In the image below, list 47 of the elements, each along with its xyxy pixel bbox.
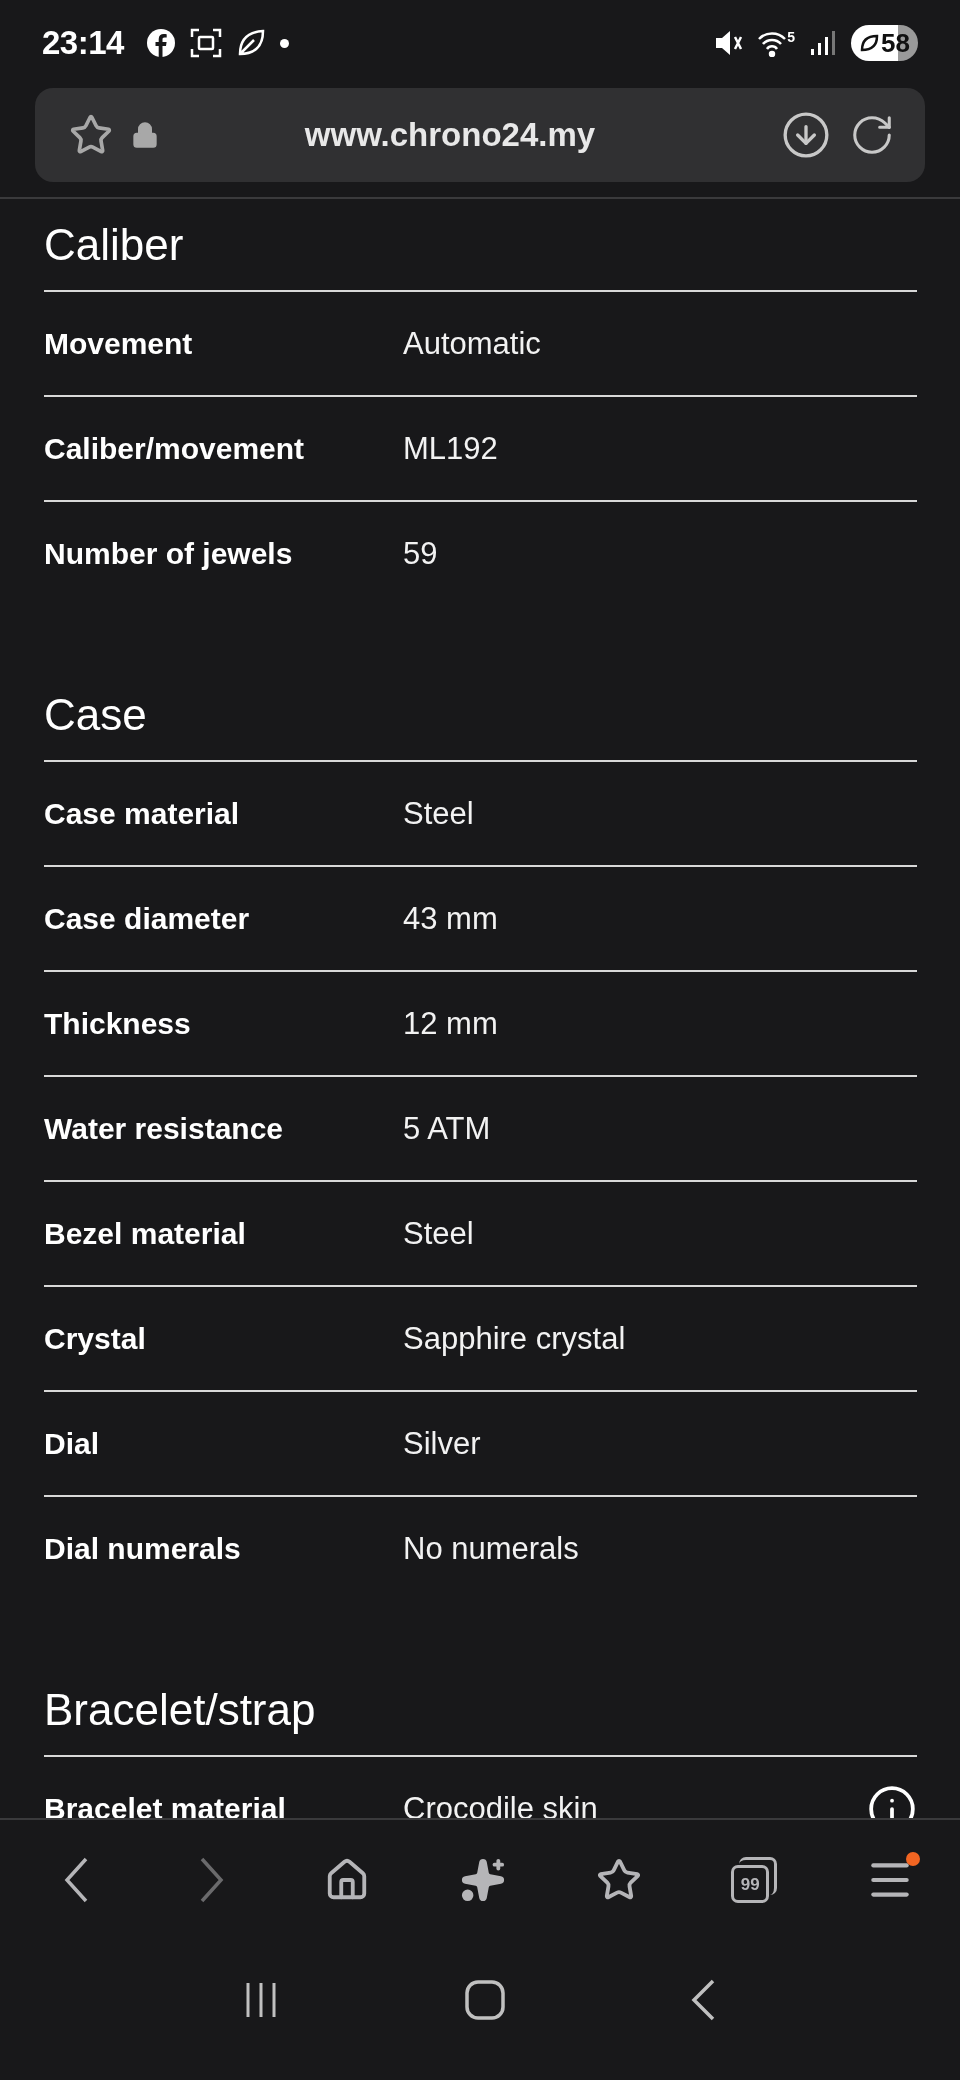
section-heading: Case [44,669,917,762]
forward-icon [199,1857,224,1903]
section-heading: Caliber [44,199,917,292]
spec-label: Dial [44,1426,101,1461]
sparkles-icon [459,1857,506,1903]
spec-value: 43 mm [403,900,499,937]
spec-value: 12 mm [403,1005,499,1042]
spec-label: Movement [44,326,194,361]
spec-value: Steel [403,795,475,832]
section-heading: Bracelet/strap [44,1664,917,1757]
spec-label: Bracelet material [44,1791,287,1818]
spec-value: Sapphire crystal [403,1320,627,1357]
address-bar[interactable]: www.chrono24.my [35,88,925,182]
spec-value: Silver [403,1425,482,1462]
spec-label: Number of jewels [44,536,294,571]
spec-value: Crocodile skin [403,1790,599,1818]
spec-label: Case material [44,796,241,831]
lock-icon [131,121,159,149]
tab-count: 99 [731,1865,770,1903]
spec-label: Crystal [44,1321,147,1356]
screenshot-icon [189,28,222,58]
spec-value: 5 ATM [403,1110,492,1147]
spec-label: Water resistance [44,1111,284,1146]
spec-label: Thickness [44,1006,192,1041]
spec-label: Dial numerals [44,1531,242,1566]
spec-value: Automatic [403,325,542,362]
url-text[interactable]: www.chrono24.my [177,116,723,154]
spec-value: Steel [403,1215,475,1252]
download-icon[interactable] [781,110,831,160]
home-nav-button[interactable] [464,1979,506,2021]
spec-value: ML192 [403,430,499,467]
notification-dot [279,38,289,48]
spec-label: Bezel material [44,1216,247,1251]
notification-badge [905,1852,920,1866]
home-square-icon [464,1979,506,2021]
mute-icon [713,28,744,58]
battery-indicator: 58 [851,25,918,61]
tabs-button[interactable]: 99 [724,1850,785,1910]
spec-label: Case diameter [44,901,251,936]
clock: 23:14 [42,24,124,62]
spec-value: No numerals [403,1530,580,1567]
spec-value: 59 [403,535,439,572]
back-icon [64,1857,88,1903]
signal-icon [809,29,838,57]
spec-label: Caliber/movement [44,431,306,466]
info-icon[interactable] [867,1783,917,1818]
facebook-icon [145,28,176,58]
